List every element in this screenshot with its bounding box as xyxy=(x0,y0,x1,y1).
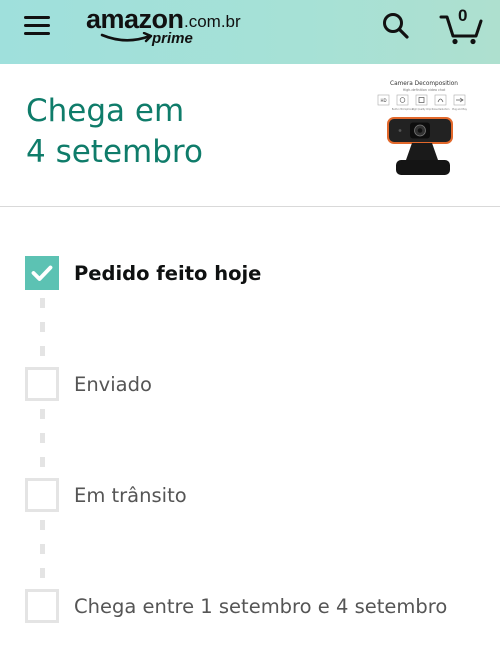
top-header: amazon .com.br prime 0 xyxy=(0,0,500,64)
step-connector xyxy=(40,433,45,443)
webcam-product-image: Camera Decomposition High-definition vid… xyxy=(374,78,474,186)
step-connector xyxy=(40,346,45,356)
cart-button[interactable]: 0 xyxy=(438,6,484,46)
search-button[interactable] xyxy=(380,10,412,42)
step-connector xyxy=(40,544,45,554)
section-divider xyxy=(0,206,500,207)
step-checkbox-done xyxy=(25,256,59,290)
menu-button[interactable] xyxy=(24,14,54,38)
image-subcaption: High-definition video chat xyxy=(403,88,446,92)
delivery-title-line2: 4 setembro xyxy=(26,134,203,170)
step-label-shipped: Enviado xyxy=(74,373,152,396)
logo-prime: prime xyxy=(152,30,193,47)
menu-icon-bar xyxy=(24,16,50,19)
delivery-estimate-heading: Chega em 4 setembro xyxy=(26,91,346,173)
menu-icon-bar xyxy=(24,32,50,35)
feature-tag-chip: High Quality Chip xyxy=(412,108,432,111)
feature-tag-hd: HD xyxy=(380,98,386,103)
step-connector xyxy=(40,409,45,419)
step-connector xyxy=(40,457,45,467)
step-label-ordered: Pedido feito hoje xyxy=(74,262,262,285)
step-label-in-transit: Em trânsito xyxy=(74,484,187,507)
feature-tag-labels: Built-in Microphone High Quality Chip No… xyxy=(392,108,468,111)
checkmark-icon xyxy=(31,265,53,281)
smile-arrow-icon xyxy=(100,32,153,43)
step-connector xyxy=(40,322,45,332)
step-connector xyxy=(40,520,45,530)
feature-tag-noise: Noise Reduction xyxy=(432,108,450,111)
step-checkbox-shipped xyxy=(25,367,59,401)
amazon-prime-logo[interactable]: amazon .com.br prime xyxy=(86,4,256,48)
product-thumbnail[interactable]: Camera Decomposition High-definition vid… xyxy=(374,78,474,186)
step-connector xyxy=(40,568,45,578)
step-connector xyxy=(40,298,45,308)
delivery-title-line1: Chega em xyxy=(26,93,185,129)
logo-domain: .com.br xyxy=(184,12,241,31)
step-checkbox-in-transit xyxy=(25,478,59,512)
feature-tag-plug: Plug and Play xyxy=(452,108,467,111)
search-icon xyxy=(383,13,409,39)
cart-count-badge: 0 xyxy=(458,6,468,25)
step-label-arrival: Chega entre 1 setembro e 4 setembro xyxy=(74,595,448,618)
menu-icon-bar xyxy=(24,24,50,27)
feature-tag-mic: Built-in Microphone xyxy=(392,108,414,111)
image-caption: Camera Decomposition xyxy=(390,81,458,87)
step-checkbox-arrival xyxy=(25,589,59,623)
